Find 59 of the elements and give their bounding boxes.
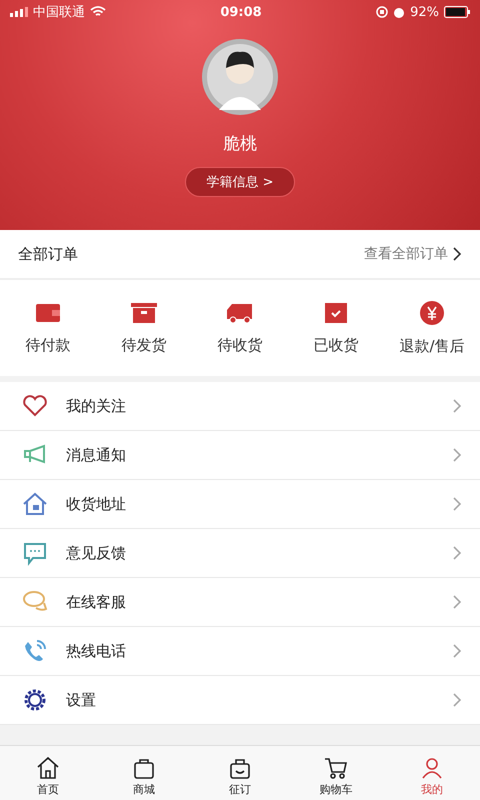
student-info-button[interactable]: 学籍信息 > bbox=[185, 167, 295, 197]
tab-item[interactable]: 商城 bbox=[96, 746, 192, 800]
order-status-label[interactable]: 待发货 bbox=[122, 336, 166, 354]
menu-label: 设置 bbox=[66, 690, 97, 710]
chat-icon bbox=[22, 540, 48, 566]
order-status-label[interactable]: 待收货 bbox=[218, 336, 262, 354]
home-icon bbox=[36, 756, 60, 780]
menu-label: 在线客服 bbox=[66, 592, 127, 612]
tab-item[interactable]: 我的 bbox=[384, 746, 480, 800]
menu-label: 收货地址 bbox=[66, 494, 127, 514]
menu-label: 消息通知 bbox=[66, 446, 127, 464]
menu-item[interactable]: 我的关注 bbox=[0, 382, 480, 431]
chevron-right-icon bbox=[452, 545, 462, 561]
tab-item[interactable]: 购物车 bbox=[288, 746, 384, 800]
chevron-right-icon bbox=[452, 398, 462, 414]
clock-time: 09:08 bbox=[220, 4, 262, 20]
menu-item[interactable]: 收货地址 bbox=[0, 480, 480, 529]
view-all-orders-link[interactable]: 查看全部订单 bbox=[364, 245, 462, 263]
order-status-label[interactable]: 已收货 bbox=[314, 336, 358, 354]
smiling-bag-icon bbox=[228, 756, 252, 780]
bag-icon bbox=[132, 756, 156, 780]
menu-label: 我的关注 bbox=[66, 396, 127, 416]
menu-item[interactable]: 热线电话 bbox=[0, 627, 480, 676]
cart-icon bbox=[324, 756, 348, 780]
wifi-icon bbox=[90, 6, 106, 18]
user-name: 脆桃 bbox=[223, 133, 257, 155]
menu-item[interactable]: 消息通知 bbox=[0, 431, 480, 480]
menu-label: 意见反馈 bbox=[66, 544, 127, 562]
tab-item[interactable]: 征订 bbox=[192, 746, 288, 800]
person-icon bbox=[420, 756, 444, 780]
avatar[interactable] bbox=[201, 38, 279, 116]
battery-percent: 92% bbox=[410, 4, 439, 20]
order-status-label[interactable]: 退款/售后 bbox=[399, 336, 465, 356]
chevron-right-icon bbox=[452, 496, 462, 512]
chevron-right-icon bbox=[452, 447, 462, 463]
signal-icon bbox=[10, 7, 28, 17]
chevron-right-icon bbox=[452, 643, 462, 659]
order-status-label[interactable]: 待付款 bbox=[26, 336, 70, 354]
battery-icon bbox=[444, 6, 470, 18]
house-icon bbox=[22, 491, 48, 517]
heart-icon bbox=[22, 393, 48, 419]
menu-label: 热线电话 bbox=[66, 642, 127, 660]
menu-item[interactable]: 在线客服 bbox=[0, 578, 480, 627]
carrier-name: 中国联通 bbox=[33, 4, 85, 21]
yen-icon bbox=[420, 300, 444, 324]
phone-icon bbox=[22, 638, 48, 664]
chevron-right-icon bbox=[452, 692, 462, 708]
truck-icon bbox=[226, 302, 254, 324]
rotation-lock-icon bbox=[376, 6, 388, 18]
tab-item[interactable]: 首页 bbox=[0, 746, 96, 800]
menu-item[interactable]: 意见反馈 bbox=[0, 529, 480, 578]
settings-icon bbox=[22, 687, 48, 713]
chevron-right-icon bbox=[452, 246, 462, 262]
chevron-right-icon bbox=[452, 594, 462, 610]
wallet-icon bbox=[35, 302, 61, 324]
menu-item[interactable]: 设置 bbox=[0, 676, 480, 725]
orders-title: 全部订单 bbox=[18, 244, 78, 264]
box-icon bbox=[131, 302, 157, 324]
check-box-icon bbox=[324, 302, 348, 324]
